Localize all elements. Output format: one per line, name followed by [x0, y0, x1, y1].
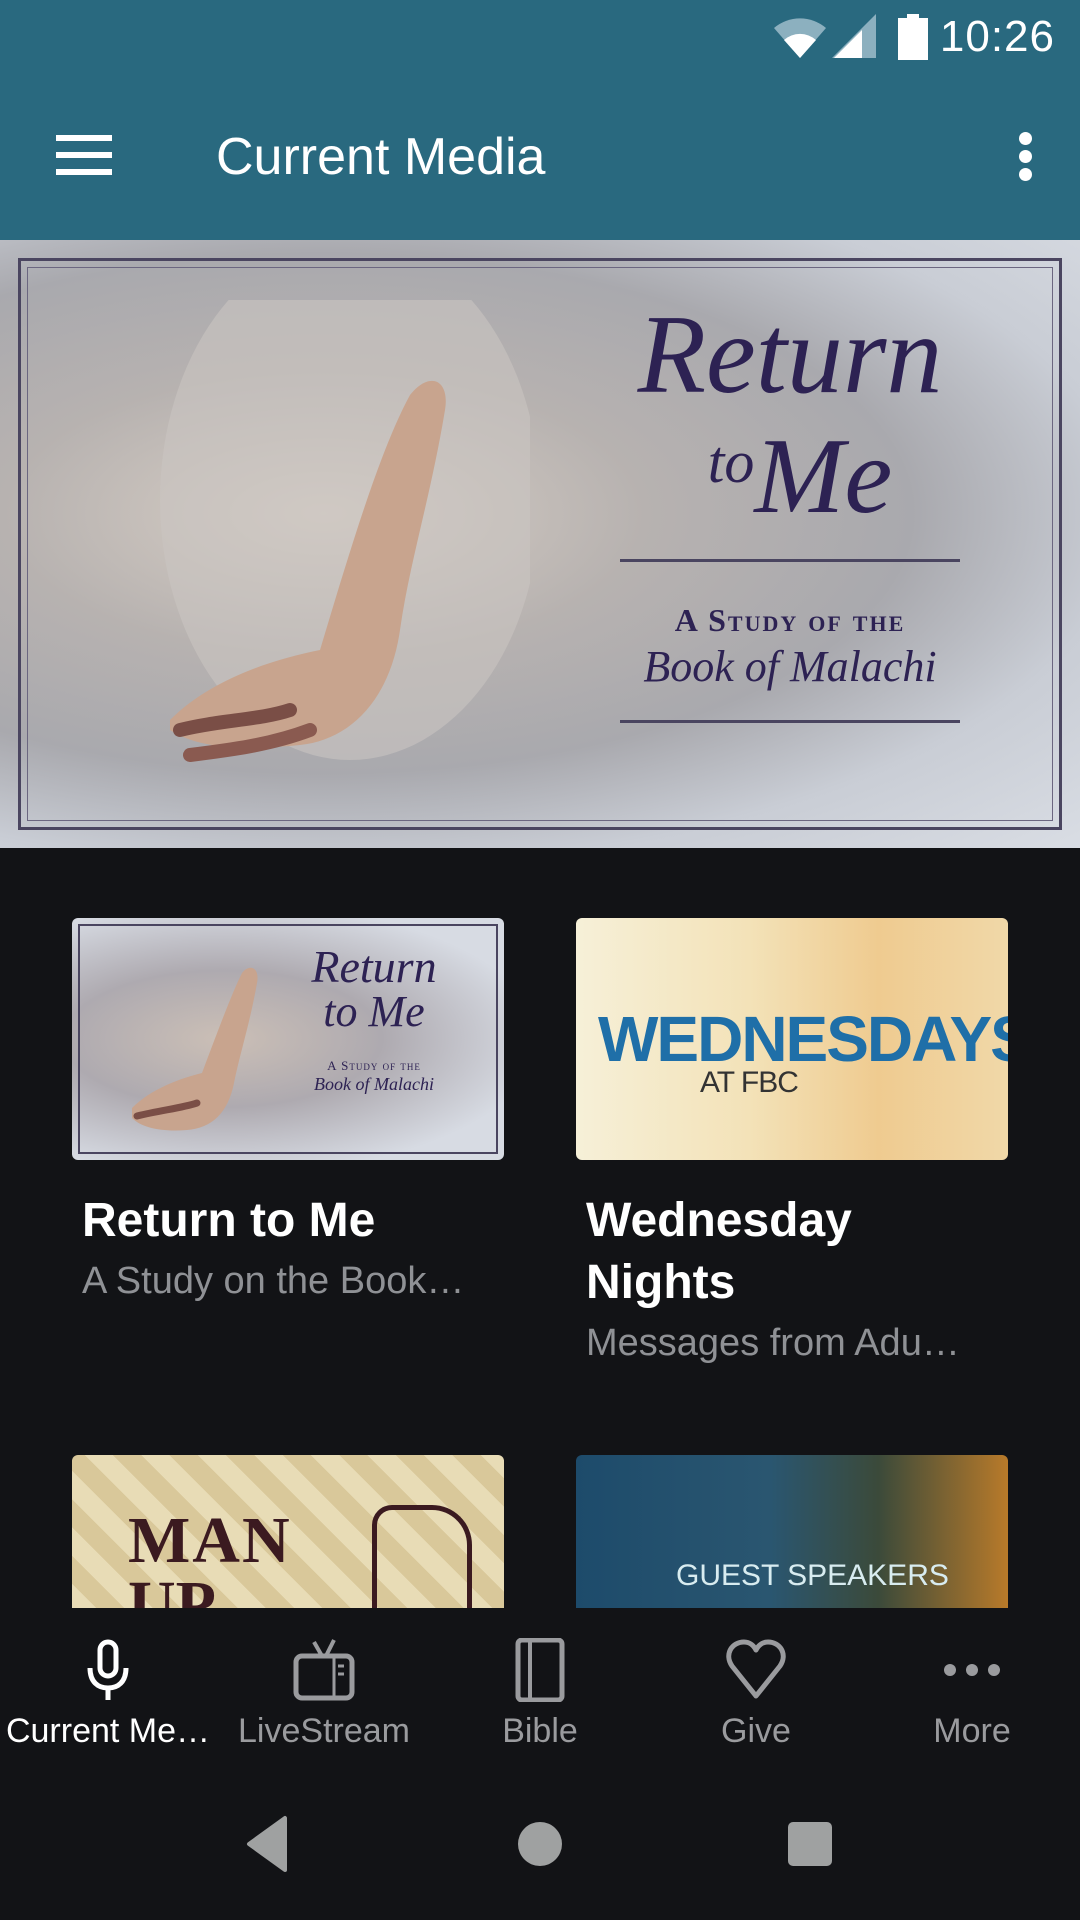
- card-art-subtext: UP: [128, 1568, 216, 1608]
- hand-image: [132, 967, 258, 1131]
- tab-livestream[interactable]: LiveStream: [216, 1608, 432, 1770]
- media-card-thumbnail: WEDNESDAYS AT FBC: [576, 918, 1008, 1160]
- more-horizontal-icon: [944, 1664, 1000, 1676]
- banner-art-title: Return: [637, 293, 943, 417]
- tab-more[interactable]: More: [864, 1608, 1080, 1770]
- tab-current-media[interactable]: Current Me…: [0, 1608, 216, 1770]
- media-grid-row-2: MAN UP GUEST SPEAKERS: [0, 1455, 1080, 1608]
- status-bar: 10:26: [0, 0, 1080, 75]
- back-icon[interactable]: [235, 1812, 299, 1876]
- tab-bible[interactable]: Bible: [432, 1608, 648, 1770]
- book-icon: [515, 1638, 565, 1702]
- recents-icon[interactable]: [778, 1812, 842, 1876]
- tab-label: Current Me…: [5, 1712, 211, 1750]
- media-card-man-up[interactable]: MAN UP: [72, 1455, 504, 1608]
- banner-artwork-text: Return toMe A Study of the Book of Malac…: [560, 280, 1020, 723]
- hamburger-menu-icon[interactable]: [40, 125, 130, 185]
- banner-art-title-2: toMe: [707, 417, 893, 536]
- app-bar: Current Media: [0, 75, 1080, 240]
- heart-icon: [726, 1639, 786, 1699]
- tv-icon: [293, 1639, 355, 1701]
- microphone-icon: [87, 1639, 129, 1700]
- battery-icon: [898, 14, 928, 60]
- tab-label: Bible: [502, 1712, 578, 1750]
- tab-give[interactable]: Give: [648, 1608, 864, 1770]
- ornament-divider: [620, 720, 960, 723]
- status-time: 10:26: [939, 12, 1055, 61]
- cell-signal-icon: [832, 14, 876, 58]
- featured-banner[interactable]: Return toMe A Study of the Book of Malac…: [0, 240, 1080, 848]
- media-card-guest-speakers[interactable]: GUEST SPEAKERS: [576, 1455, 1008, 1608]
- tab-label: Give: [721, 1712, 791, 1750]
- home-icon[interactable]: [508, 1812, 572, 1876]
- page-title: Current Media: [216, 128, 546, 186]
- system-navigation-bar: [0, 1770, 1080, 1920]
- media-card-title: Wednesday Nights: [586, 1194, 852, 1309]
- banner-art-subtitle: A Study of the: [674, 602, 906, 638]
- media-card-thumbnail: MAN UP: [72, 1455, 504, 1608]
- bottom-navigation: Current Me… LiveStream Bible Give More: [0, 1608, 1080, 1770]
- media-card-wednesday-nights[interactable]: WEDNESDAYS AT FBC Wednesday Nights Messa…: [576, 918, 1008, 1368]
- media-card-subtitle: Messages from Adu…: [586, 1322, 960, 1364]
- media-card-title: Return to Me: [82, 1194, 376, 1247]
- media-card-thumbnail: GUEST SPEAKERS: [576, 1455, 1008, 1608]
- more-vertical-icon[interactable]: [990, 120, 1060, 190]
- wifi-icon: [774, 18, 826, 58]
- card-art-subtext: AT FBC: [700, 1066, 799, 1099]
- banner-art-subtitle-2: Book of Malachi: [643, 642, 937, 691]
- card-art-text: GUEST SPEAKERS: [676, 1559, 949, 1592]
- media-card-subtitle: A Study on the Book…: [82, 1260, 465, 1302]
- flexed-arm-icon: [372, 1505, 472, 1608]
- card-art-text: WEDNESDAYS: [598, 1003, 1008, 1075]
- media-card-thumbnail: Return to Me A Study of the Book of Mala…: [72, 918, 504, 1160]
- media-card-return-to-me[interactable]: Return to Me A Study of the Book of Mala…: [72, 918, 504, 1306]
- ornament-divider: [620, 559, 960, 562]
- tab-label: LiveStream: [238, 1712, 410, 1750]
- tab-label: More: [933, 1712, 1011, 1750]
- outstretched-hand-image: [160, 300, 530, 762]
- card-art-text: Return to Me A Study of the Book of Mala…: [311, 941, 437, 1095]
